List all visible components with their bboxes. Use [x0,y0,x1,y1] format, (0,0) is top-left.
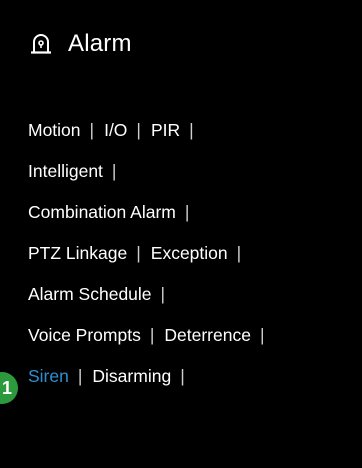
menu-item-deterrence[interactable]: Deterrence [164,325,251,346]
menu-separator: | [259,325,265,345]
menu-item-i-o[interactable]: I/O [104,120,127,141]
menu-item-ptz-linkage[interactable]: PTZ Linkage [28,243,127,264]
menu-item-voice-prompts[interactable]: Voice Prompts [28,325,141,346]
menu-item-intelligent[interactable]: Intelligent [28,161,103,182]
menu-separator: | [180,366,185,386]
menu-row: Combination Alarm | [28,192,362,233]
menu-row: Alarm Schedule | [28,274,362,315]
menu-item-disarming[interactable]: Disarming [92,366,171,387]
menu-item-combination-alarm[interactable]: Combination Alarm [28,202,176,223]
step-badge: 1 [0,372,18,404]
menu-row: Intelligent | [28,151,362,192]
menu-item-motion[interactable]: Motion [28,120,81,141]
menu-item-exception[interactable]: Exception [151,243,228,264]
menu-separator: | [149,325,155,345]
menu-item-alarm-schedule[interactable]: Alarm Schedule [28,284,152,305]
alarm-bell-icon [28,31,54,57]
menu-row: Voice Prompts | Deterrence | [28,315,362,356]
menu-separator: | [189,120,194,140]
menu-separator: | [77,366,83,386]
menu-separator: | [236,243,242,263]
menu-row: Siren | Disarming | [28,356,362,397]
menu-separator: | [184,202,190,222]
menu-separator: | [136,243,141,263]
menu-item-pir[interactable]: PIR [151,120,180,141]
menu-separator: | [136,120,141,140]
page-title: Alarm [68,30,132,57]
alarm-menu: Motion | I/O | PIR | Intelligent | Combination A… [28,110,362,397]
menu-separator: | [160,284,166,304]
menu-separator: | [89,120,95,140]
menu-separator: | [111,161,117,181]
menu-row: PTZ Linkage | Exception | [28,233,362,274]
menu-item-siren[interactable]: Siren [28,366,69,387]
section-header: Alarm [28,30,132,58]
menu-row: Motion | I/O | PIR | [28,110,362,151]
